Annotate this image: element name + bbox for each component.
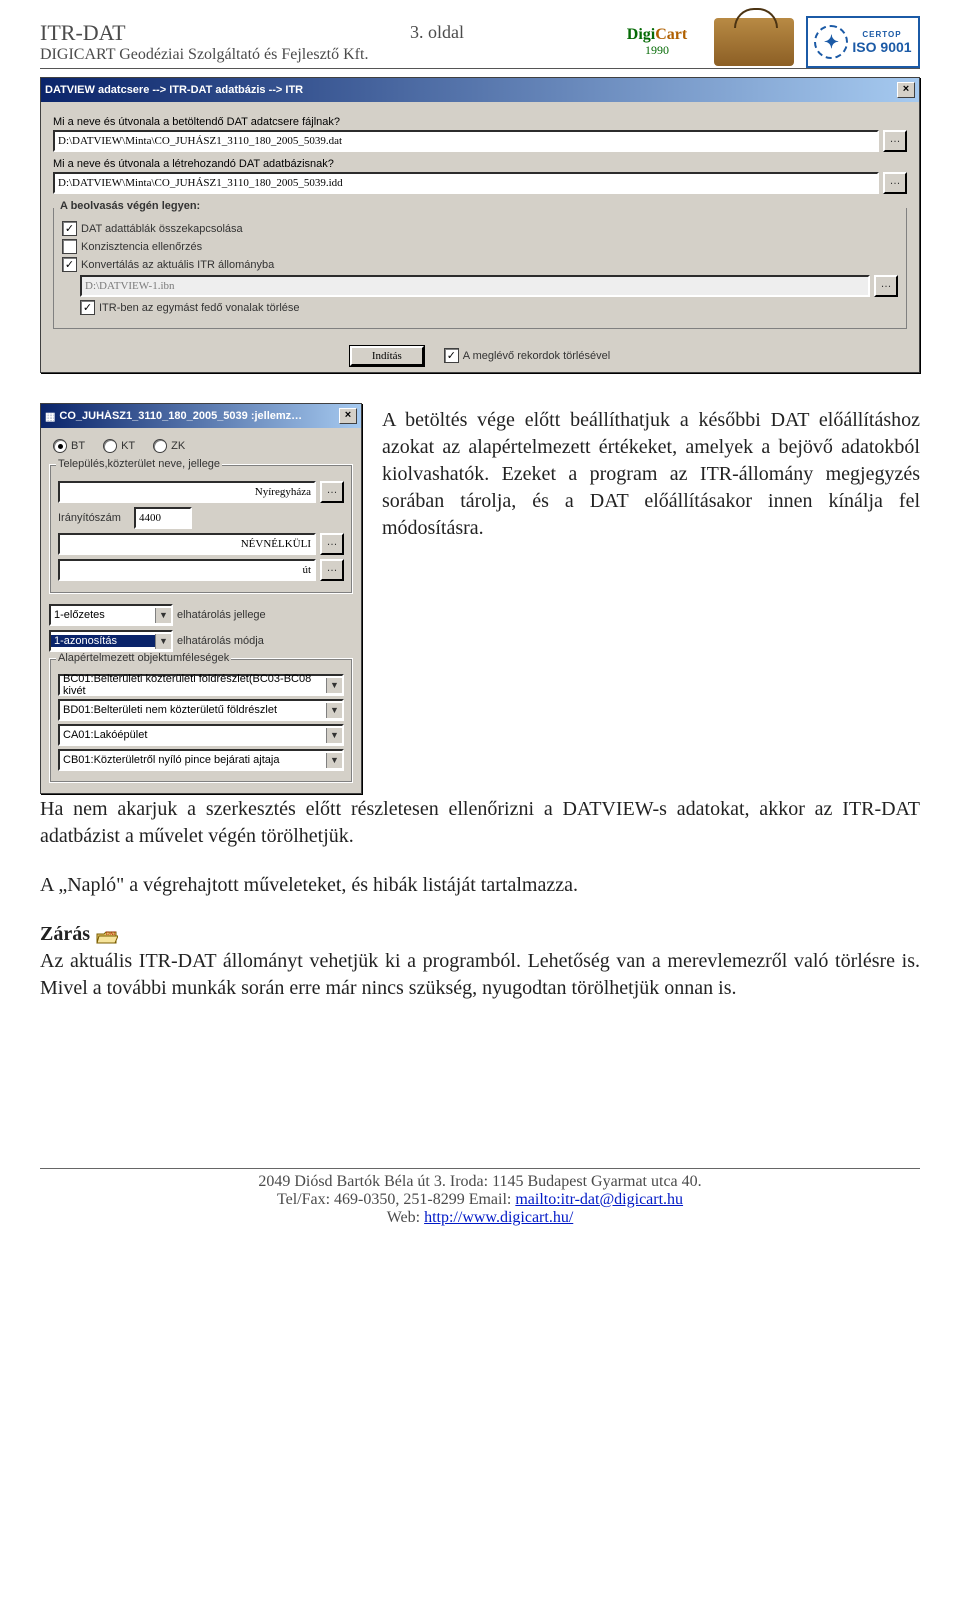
zaras-heading: Zárás	[40, 923, 90, 945]
chk-link-tables[interactable]: ✓	[62, 221, 77, 236]
browse-street-type-button[interactable]: …	[320, 559, 344, 581]
settlement-group-title: Település,közterület neve, jellege	[56, 458, 222, 470]
datview-exchange-dialog: DATVIEW adatcsere --> ITR-DAT adatbázis …	[40, 77, 920, 373]
para-2: Ha nem akarjuk a szerkesztés előtt részl…	[40, 796, 920, 850]
dat-file-input[interactable]	[53, 130, 879, 152]
db-file-input[interactable]	[53, 172, 879, 194]
svg-text:DAT: DAT	[106, 932, 116, 937]
radio-kt[interactable]	[103, 439, 117, 453]
browse-dat-button[interactable]: …	[883, 130, 907, 152]
elhat-modja-label: elhatárolás módja	[177, 635, 264, 647]
browse-town-button[interactable]: …	[320, 481, 344, 503]
objtype-combo-2[interactable]: BD01:Belterületi nem közterületű földrés…	[58, 699, 344, 721]
browse-itr-button[interactable]: …	[874, 275, 898, 297]
briefcase-icon	[714, 18, 794, 66]
chk-delete-overlap-label: ITR-ben az egymást fedő vonalak törlése	[99, 302, 300, 314]
chk-delete-existing[interactable]: ✓	[444, 348, 459, 363]
folder-open-icon: DAT	[96, 927, 118, 943]
para-1: A betöltés vége előtt beállíthatjuk a ké…	[382, 407, 920, 542]
footer-email-link[interactable]: mailto:itr-dat@digicart.hu	[515, 1191, 683, 1208]
chk-delete-overlap[interactable]: ✓	[80, 300, 95, 315]
close-icon[interactable]: ×	[897, 82, 915, 98]
para-4: Zárás DAT Az aktuális ITR-DAT állományt …	[40, 921, 920, 1002]
chk-consistency[interactable]	[62, 239, 77, 254]
elhat-modja-combo[interactable]: 1-azonosítás▼	[49, 630, 173, 652]
dat-file-label: Mi a neve és útvonala a betöltendő DAT a…	[53, 116, 907, 128]
footer-phone: Tel/Fax: 469-0350, 251-8299 Email:	[277, 1191, 515, 1208]
chk-consistency-label: Konzisztencia ellenőrzés	[81, 241, 202, 253]
chk-delete-existing-label: A meglévő rekordok törlésével	[463, 350, 610, 362]
radio-bt[interactable]	[53, 439, 67, 453]
defaults-title: CO_JUHÁSZ1_3110_180_2005_5039 :jellemz…	[59, 410, 339, 422]
app-icon: ▦	[45, 410, 55, 423]
dialog-title: DATVIEW adatcsere --> ITR-DAT adatbázis …	[45, 84, 897, 96]
default-objects-title: Alapértelmezett objektumféleségek	[56, 652, 231, 664]
default-objects-group: Alapértelmezett objektumféleségek BC01:B…	[49, 658, 353, 783]
objtype-combo-1[interactable]: BC01:Belterületi közterületi földrészlet…	[58, 674, 344, 696]
defaults-dialog: ▦ CO_JUHÁSZ1_3110_180_2005_5039 :jellemz…	[40, 403, 362, 794]
header-logos: DigiCart 1990 ✦ CERTOP ISO 9001	[612, 16, 920, 68]
settlement-group: Település,közterület neve, jellege … Irá…	[49, 464, 353, 594]
zip-label: Irányítószám	[58, 512, 130, 524]
elhat-jellege-combo[interactable]: 1-előzetes▼	[49, 604, 173, 626]
page-number: 3. oldal	[410, 22, 464, 43]
chk-convert-itr-label: Konvertálás az aktuális ITR állományba	[81, 259, 274, 271]
dialog-titlebar: DATVIEW adatcsere --> ITR-DAT adatbázis …	[41, 78, 919, 102]
db-file-label: Mi a neve és útvonala a létrehozandó DAT…	[53, 158, 907, 170]
digicart-logo: DigiCart 1990	[612, 18, 702, 66]
browse-noname-button[interactable]: …	[320, 533, 344, 555]
objtype-combo-3[interactable]: CA01:Lakóépület▼	[58, 724, 344, 746]
page-footer: 2049 Diósd Bartók Béla út 3. Iroda: 1145…	[40, 1162, 920, 1267]
radio-zk[interactable]	[153, 439, 167, 453]
run-button[interactable]: Indítás	[350, 346, 424, 366]
para-3: A „Napló" a végrehajtott műveleteket, és…	[40, 872, 920, 899]
para-4-text: Az aktuális ITR-DAT állományt vehetjük k…	[40, 950, 920, 999]
chk-convert-itr[interactable]: ✓	[62, 257, 77, 272]
close-icon[interactable]: ×	[339, 408, 357, 424]
browse-db-button[interactable]: …	[883, 172, 907, 194]
street-type-input[interactable]	[58, 559, 316, 581]
zip-input[interactable]	[134, 507, 192, 529]
end-options-title: A beolvasás végén legyen:	[58, 200, 202, 212]
objtype-combo-4[interactable]: CB01:Közterületről nyíló pince bejárati …	[58, 749, 344, 771]
footer-address: 2049 Diósd Bartók Béla út 3. Iroda: 1145…	[40, 1173, 920, 1191]
elhat-jellege-label: elhatárolás jellege	[177, 609, 266, 621]
page-header: ITR-DAT DIGICART Geodéziai Szolgáltató é…	[40, 20, 920, 69]
footer-web-link[interactable]: http://www.digicart.hu/	[424, 1209, 573, 1226]
town-input[interactable]	[58, 481, 316, 503]
chk-link-tables-label: DAT adattáblák összekapcsolása	[81, 223, 243, 235]
defaults-titlebar: ▦ CO_JUHÁSZ1_3110_180_2005_5039 :jellemz…	[41, 404, 361, 428]
end-options-group: A beolvasás végén legyen: ✓ DAT adattábl…	[53, 208, 907, 329]
itr-path-input	[80, 275, 870, 297]
noname-input[interactable]	[58, 533, 316, 555]
iso-logo: ✦ CERTOP ISO 9001	[806, 16, 920, 68]
